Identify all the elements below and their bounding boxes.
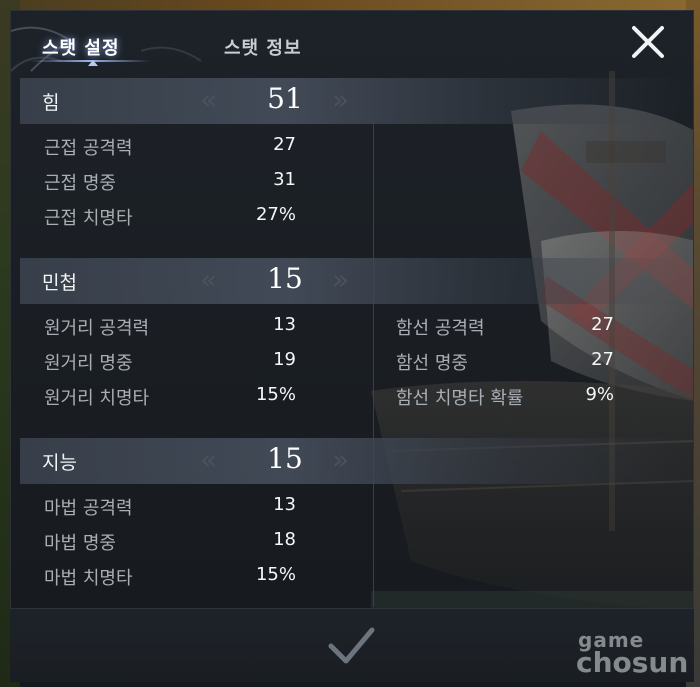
stat-row: 마법 공격력 13 xyxy=(44,494,296,519)
stat-row-value: 13 xyxy=(273,314,296,335)
stat-row-value: 27% xyxy=(255,204,296,225)
double-chevron-right-icon[interactable]: » xyxy=(332,86,349,114)
stat-row-label: 마법 명중 xyxy=(44,533,116,554)
stat-value: 15 xyxy=(267,442,303,475)
stat-row-label: 근접 공격력 xyxy=(44,138,133,159)
ship-stat-row: 함선 치명타 확률 9% xyxy=(396,384,614,409)
watermark-line2: chosun xyxy=(576,646,689,679)
checkmark-icon[interactable] xyxy=(326,624,376,668)
stat-row-label: 마법 치명타 xyxy=(44,568,133,589)
column-divider xyxy=(373,122,374,607)
stat-name: 지능 xyxy=(42,452,77,474)
tab-stat-settings[interactable]: 스탯 설정 xyxy=(42,34,120,60)
stat-row-label: 마법 공격력 xyxy=(44,498,133,519)
stat-row: 원거리 명중 19 xyxy=(44,349,296,374)
double-chevron-right-icon[interactable]: » xyxy=(332,446,349,474)
stat-value: 15 xyxy=(267,262,303,295)
double-chevron-right-icon[interactable]: » xyxy=(332,266,349,294)
stat-row-value: 15% xyxy=(255,564,296,585)
stat-row-value: 13 xyxy=(273,494,296,515)
tab-stat-info[interactable]: 스탯 정보 xyxy=(224,34,302,60)
stat-row: 마법 치명타 15% xyxy=(44,564,296,589)
stat-row: 근접 공격력 27 xyxy=(44,134,296,159)
stat-row-label: 원거리 명중 xyxy=(44,353,133,374)
stat-value: 51 xyxy=(267,82,303,115)
ship-stat-value: 27 xyxy=(591,349,614,370)
stat-row-value: 31 xyxy=(273,169,296,190)
stat-row-label: 원거리 공격력 xyxy=(44,318,150,339)
stat-name: 민첩 xyxy=(42,272,77,294)
stat-header-intelligence: 지능 « 15 » xyxy=(20,438,684,484)
ship-stat-value: 9% xyxy=(585,384,614,405)
stat-header-strength: 힘 « 51 » xyxy=(20,78,684,124)
stat-row-value: 19 xyxy=(273,349,296,370)
stat-row-value: 18 xyxy=(273,529,296,550)
stat-row: 원거리 공격력 13 xyxy=(44,314,296,339)
stat-row-value: 15% xyxy=(255,384,296,405)
ship-stat-value: 27 xyxy=(591,314,614,335)
double-chevron-left-icon[interactable]: « xyxy=(200,266,217,294)
stat-row: 근접 치명타 27% xyxy=(44,204,296,229)
ship-stat-row: 함선 명중 27 xyxy=(396,349,614,374)
active-tab-caret-icon xyxy=(88,60,98,66)
stat-row: 원거리 치명타 15% xyxy=(44,384,296,409)
stat-header-agility: 민첩 « 15 » xyxy=(20,258,684,304)
watermark-logo: game chosun xyxy=(576,628,694,684)
ship-stat-row: 함선 공격력 27 xyxy=(396,314,614,339)
stat-name: 힘 xyxy=(42,92,60,114)
stat-row: 근접 명중 31 xyxy=(44,169,296,194)
stat-row: 마법 명중 18 xyxy=(44,529,296,554)
ship-stat-label: 함선 치명타 확률 xyxy=(396,388,524,409)
stat-row-label: 근접 명중 xyxy=(44,173,116,194)
ship-stat-label: 함선 명중 xyxy=(396,353,468,374)
stat-row-label: 근접 치명타 xyxy=(44,208,133,229)
stat-row-label: 원거리 치명타 xyxy=(44,388,150,409)
double-chevron-left-icon[interactable]: « xyxy=(200,446,217,474)
close-icon[interactable] xyxy=(626,20,670,64)
stat-row-value: 27 xyxy=(273,134,296,155)
ship-stat-label: 함선 공격력 xyxy=(396,318,485,339)
double-chevron-left-icon[interactable]: « xyxy=(200,86,217,114)
